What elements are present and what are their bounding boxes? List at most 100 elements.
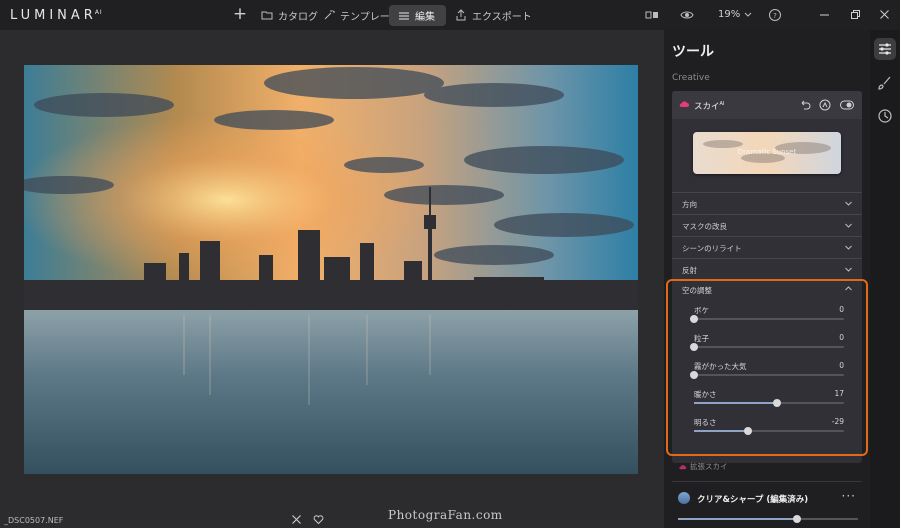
tab-catalog-label: カタログ (278, 11, 318, 23)
rail-brush-button[interactable] (874, 72, 896, 94)
slider-track[interactable] (694, 374, 844, 376)
logo-text: LUMINAR (10, 8, 97, 23)
visibility-toggle-icon[interactable] (840, 99, 854, 111)
slider-brightness-value: -29 (831, 417, 844, 426)
sky-adjust-title[interactable]: 空の調整 (682, 285, 712, 296)
sky-adjust-section: 空の調整 ボケ 0 粒子 0 霧がかった大気 0 暖かさ 17 明るさ -29 (672, 280, 862, 463)
slider-warmth[interactable]: 暖かさ 17 (694, 389, 844, 415)
watermark: PhotograFan.com (388, 508, 503, 522)
sky-selector[interactable]: Dramatic Sunset (693, 132, 841, 174)
rail-tools-button[interactable] (874, 38, 896, 60)
clear-sharp-label: クリア&シャープ (編集済み) (697, 495, 809, 505)
cloud-icon (679, 101, 689, 107)
slider-brightness-label: 明るさ (694, 418, 717, 427)
tab-export[interactable]: エクスポート (455, 5, 532, 25)
divider (672, 481, 862, 482)
slider-handle[interactable] (690, 343, 698, 351)
slider-track[interactable] (694, 318, 844, 320)
accordion-mask-refinement[interactable]: マスクの改良 (672, 214, 862, 236)
chevron-down-icon (845, 201, 852, 206)
accordion-reflection[interactable]: 反射 (672, 258, 862, 280)
export-icon (456, 9, 466, 21)
clear-sharp-slider[interactable] (678, 514, 858, 524)
sky-tool-name: スカイAI (694, 100, 724, 112)
tab-catalog[interactable]: カタログ (261, 5, 318, 25)
slider-bokeh[interactable]: ボケ 0 (690, 305, 844, 331)
slider-atmospheric-haze-value: 0 (839, 361, 844, 370)
svg-text:?: ? (773, 12, 777, 20)
sky-tool-name-sup: AI (719, 101, 725, 107)
tools-panel: ツール Creative スカイAI Dramatic Sunset 方向 マス… (664, 30, 870, 528)
eye-icon[interactable] (680, 8, 694, 22)
slider-grain[interactable]: 粒子 0 (690, 333, 844, 359)
accordion-scene-relight-label: シーンのリライト (682, 244, 742, 253)
clear-sharp-tool[interactable]: クリア&シャープ (編集済み) ··· (672, 489, 862, 511)
slider-brightness[interactable]: 明るさ -29 (694, 417, 844, 443)
accordion-reflection-label: 反射 (682, 266, 697, 275)
chevron-up-icon[interactable] (845, 286, 852, 291)
slider-bokeh-value: 0 (839, 305, 844, 314)
top-bar: LUMINARAI + カタログ テンプレート 編集 エクスポート 19% ? (0, 0, 900, 30)
slider-handle[interactable] (744, 427, 752, 435)
slider-fill (678, 518, 797, 520)
slider-fill (694, 402, 777, 404)
tab-export-label: エクスポート (472, 11, 532, 23)
more-options-icon[interactable]: ··· (842, 489, 856, 503)
chevron-down-icon (845, 245, 852, 250)
chevron-down-icon (845, 223, 852, 228)
slider-fill (694, 430, 748, 432)
tool-rail (870, 30, 900, 528)
sky-tool-header[interactable]: スカイAI (672, 91, 862, 119)
zoom-level[interactable]: 19% (718, 9, 740, 20)
magic-wand-icon (324, 10, 335, 20)
accordion-mask-refinement-label: マスクの改良 (682, 222, 727, 231)
tab-edit[interactable]: 編集 (389, 5, 446, 26)
clock-icon (878, 109, 892, 123)
reject-icon[interactable] (291, 514, 302, 525)
undo-icon[interactable] (799, 99, 811, 111)
extended-sky-tool[interactable]: 拡張スカイ (678, 461, 728, 472)
sky-tool-card: スカイAI Dramatic Sunset 方向 マスクの改良 シーンのリライト… (672, 91, 862, 463)
add-photos-button[interactable]: + (232, 4, 248, 24)
folder-icon (261, 11, 273, 20)
mask-icon[interactable] (819, 99, 831, 111)
slider-atmospheric-haze[interactable]: 霧がかった大気 0 (690, 361, 844, 387)
sky-tool-name-text: スカイ (694, 102, 720, 112)
slider-bokeh-label: ボケ (694, 306, 709, 315)
slider-handle[interactable] (792, 515, 801, 523)
clear-sharp-icon (678, 492, 690, 504)
photo-image (24, 65, 638, 474)
brush-icon (878, 76, 891, 90)
slider-atmospheric-haze-label: 霧がかった大気 (694, 362, 747, 371)
section-creative: Creative (672, 73, 710, 83)
slider-handle[interactable] (690, 315, 698, 323)
heart-icon[interactable] (313, 514, 324, 525)
slider-grain-label: 粒子 (694, 334, 709, 343)
accordion-direction-label: 方向 (682, 200, 697, 209)
app-logo: LUMINARAI (10, 8, 103, 23)
photo-preview (24, 65, 638, 474)
extended-sky-label: 拡張スカイ (690, 462, 728, 471)
rail-history-button[interactable] (874, 105, 896, 127)
panel-title: ツール (672, 44, 714, 60)
cloud-icon (679, 465, 687, 470)
slider-handle[interactable] (690, 371, 698, 379)
sky-selector-label: Dramatic Sunset (737, 148, 797, 156)
chevron-down-icon[interactable] (744, 10, 752, 18)
tab-edit-label: 編集 (415, 12, 435, 23)
minimize-icon[interactable] (819, 9, 830, 20)
accordion-direction[interactable]: 方向 (672, 192, 862, 214)
image-canvas[interactable]: _DSC0507.NEF PhotograFan.com (0, 30, 664, 528)
restore-icon[interactable] (850, 9, 861, 20)
adjustments-icon (879, 43, 891, 55)
slider-warmth-value: 17 (834, 389, 844, 398)
slider-warmth-label: 暖かさ (694, 390, 717, 399)
slider-track[interactable] (694, 346, 844, 348)
file-name: _DSC0507.NEF (4, 516, 64, 525)
help-icon[interactable]: ? (768, 8, 782, 22)
compare-view-icon[interactable] (645, 8, 659, 22)
chevron-down-icon (845, 267, 852, 272)
slider-handle[interactable] (772, 399, 781, 407)
accordion-scene-relight[interactable]: シーンのリライト (672, 236, 862, 258)
close-icon[interactable] (879, 9, 890, 20)
